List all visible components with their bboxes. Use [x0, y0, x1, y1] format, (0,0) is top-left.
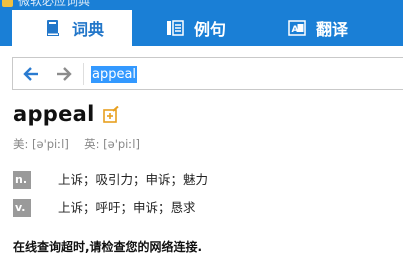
headword: appeal	[13, 102, 95, 126]
sentence-list-icon	[166, 19, 184, 37]
tab-dictionary[interactable]: 词典	[12, 10, 132, 46]
add-to-wordbook-button[interactable]	[102, 105, 120, 124]
tab-examples[interactable]: 例句	[160, 10, 260, 46]
back-arrow-icon	[23, 67, 38, 81]
definition-text: 上诉；呼吁；申诉；恳求	[58, 200, 196, 215]
search-bar: appeal	[12, 57, 403, 90]
translate-icon: A	[288, 19, 306, 37]
pos-badge: n.	[13, 171, 31, 189]
forward-arrow-icon	[57, 67, 72, 81]
tab-translate-label: 翻译	[316, 20, 349, 39]
phonetic-us-label: 美:	[13, 137, 29, 151]
tab-examples-label: 例句	[194, 20, 227, 39]
phonetic-uk-label: 英:	[84, 137, 100, 151]
tab-translate[interactable]: A 翻译	[284, 10, 394, 46]
phonetic-uk: [ə'piːl]	[103, 137, 140, 151]
back-button[interactable]	[21, 64, 41, 84]
tab-bar: 词典 例句 A 翻译	[0, 10, 403, 46]
pos-badge: v.	[13, 199, 31, 217]
add-wordbook-icon	[103, 105, 119, 123]
title-bar: 微软必应词典	[0, 0, 403, 10]
definition-text: 上诉；吸引力；申诉；魅力	[58, 172, 209, 187]
search-input[interactable]: appeal	[91, 66, 138, 83]
forward-button[interactable]	[54, 64, 74, 84]
svg-text:A: A	[292, 25, 299, 35]
tab-dictionary-label: 词典	[72, 20, 105, 39]
network-timeout-notice: 在线查询超时,请检查您的网络连接.	[13, 240, 203, 254]
phonetics: 美: [ə'piːl] 英: [ə'piːl]	[13, 136, 140, 152]
window-title: 微软必应词典	[18, 0, 91, 8]
nav-divider	[83, 63, 84, 85]
app-icon	[2, 0, 13, 7]
phonetic-us: [ə'piːl]	[32, 137, 69, 151]
book-icon	[44, 19, 62, 37]
